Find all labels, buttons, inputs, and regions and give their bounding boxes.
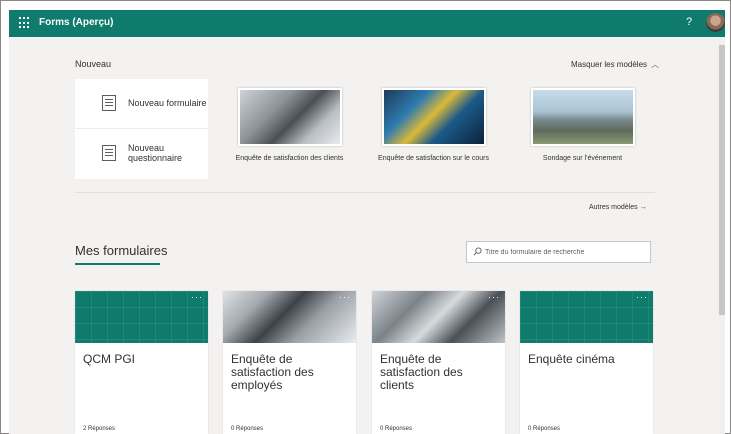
form-responses: 0 Réponses	[231, 426, 264, 432]
form-title: Enquête cinéma	[528, 352, 615, 366]
new-form-button[interactable]: Nouveau formulaire	[75, 79, 208, 129]
form-responses: 0 Réponses	[528, 426, 561, 432]
more-options-icon[interactable]: ···	[191, 292, 203, 302]
app-title[interactable]: Forms (Aperçu)	[39, 17, 113, 28]
form-responses: 0 Réponses	[380, 426, 413, 432]
search-icon	[473, 247, 482, 256]
form-title: QCM PGI	[83, 352, 136, 366]
new-quiz-label: Nouveau questionnaire	[128, 143, 183, 163]
template-label: Enquête de satisfaction des clients	[235, 155, 344, 162]
avatar[interactable]	[706, 13, 725, 32]
form-banner: ···	[520, 291, 653, 343]
template-label: Enquête de satisfaction sur le cours	[378, 155, 489, 162]
form-icon	[102, 95, 116, 111]
top-bar: Forms (Aperçu) ?	[9, 10, 725, 37]
main-content: Nouveau Masquer les modèles ︿ Nouveau for…	[9, 37, 719, 434]
my-forms-title[interactable]: Mes formulaires	[75, 243, 167, 258]
hide-templates-label: Masquer les modèles	[571, 60, 648, 69]
new-form-label: Nouveau formulaire	[128, 98, 207, 108]
arrow-right-icon: →	[639, 204, 647, 211]
search-box[interactable]	[466, 241, 651, 263]
hide-templates-link[interactable]: Masquer les modèles ︿	[571, 59, 659, 70]
scrollbar[interactable]	[719, 37, 725, 434]
form-banner: ···	[75, 291, 208, 343]
more-options-icon[interactable]: ···	[636, 292, 648, 302]
form-card[interactable]: ··· Enquête de satisfaction des clients …	[372, 291, 505, 434]
form-card[interactable]: ··· Enquête cinéma 0 Réponses	[520, 291, 653, 434]
other-templates-label: Autres modèles	[589, 204, 638, 211]
form-card[interactable]: ··· Enquête de satisfaction des employés…	[223, 291, 356, 434]
form-title: Enquête de satisfaction des clients	[380, 352, 463, 392]
tab-underline	[75, 263, 160, 265]
template-thumbnail	[530, 88, 635, 146]
scrollbar-thumb[interactable]	[719, 45, 725, 315]
new-section-label: Nouveau	[75, 59, 112, 69]
template-thumbnail	[381, 88, 486, 146]
form-banner: ···	[223, 291, 356, 343]
new-form-panel: Nouveau formulaire Nouveau questionnaire	[75, 79, 208, 179]
form-title: Enquête de satisfaction des employés	[231, 352, 314, 392]
template-event-poll[interactable]: Sondage sur l'événement	[525, 79, 640, 164]
quiz-icon	[102, 145, 116, 161]
new-quiz-button[interactable]: Nouveau questionnaire	[75, 129, 208, 179]
help-icon[interactable]: ?	[686, 16, 692, 28]
more-options-icon[interactable]: ···	[339, 292, 351, 302]
section-divider	[75, 192, 655, 193]
template-thumbnail	[237, 88, 342, 146]
form-card[interactable]: ··· QCM PGI 2 Réponses	[75, 291, 208, 434]
template-course-satisfaction[interactable]: Enquête de satisfaction sur le cours	[376, 79, 491, 164]
search-input[interactable]	[485, 245, 645, 259]
form-banner: ···	[372, 291, 505, 343]
form-responses: 2 Réponses	[83, 426, 116, 432]
app-launcher-icon[interactable]	[19, 17, 31, 29]
template-customer-satisfaction[interactable]: Enquête de satisfaction des clients	[232, 79, 347, 164]
other-templates-link[interactable]: Autres modèles →	[589, 204, 647, 211]
template-label: Sondage sur l'événement	[542, 155, 623, 162]
chevron-up-icon: ︿	[651, 60, 660, 69]
more-options-icon[interactable]: ···	[488, 292, 500, 302]
